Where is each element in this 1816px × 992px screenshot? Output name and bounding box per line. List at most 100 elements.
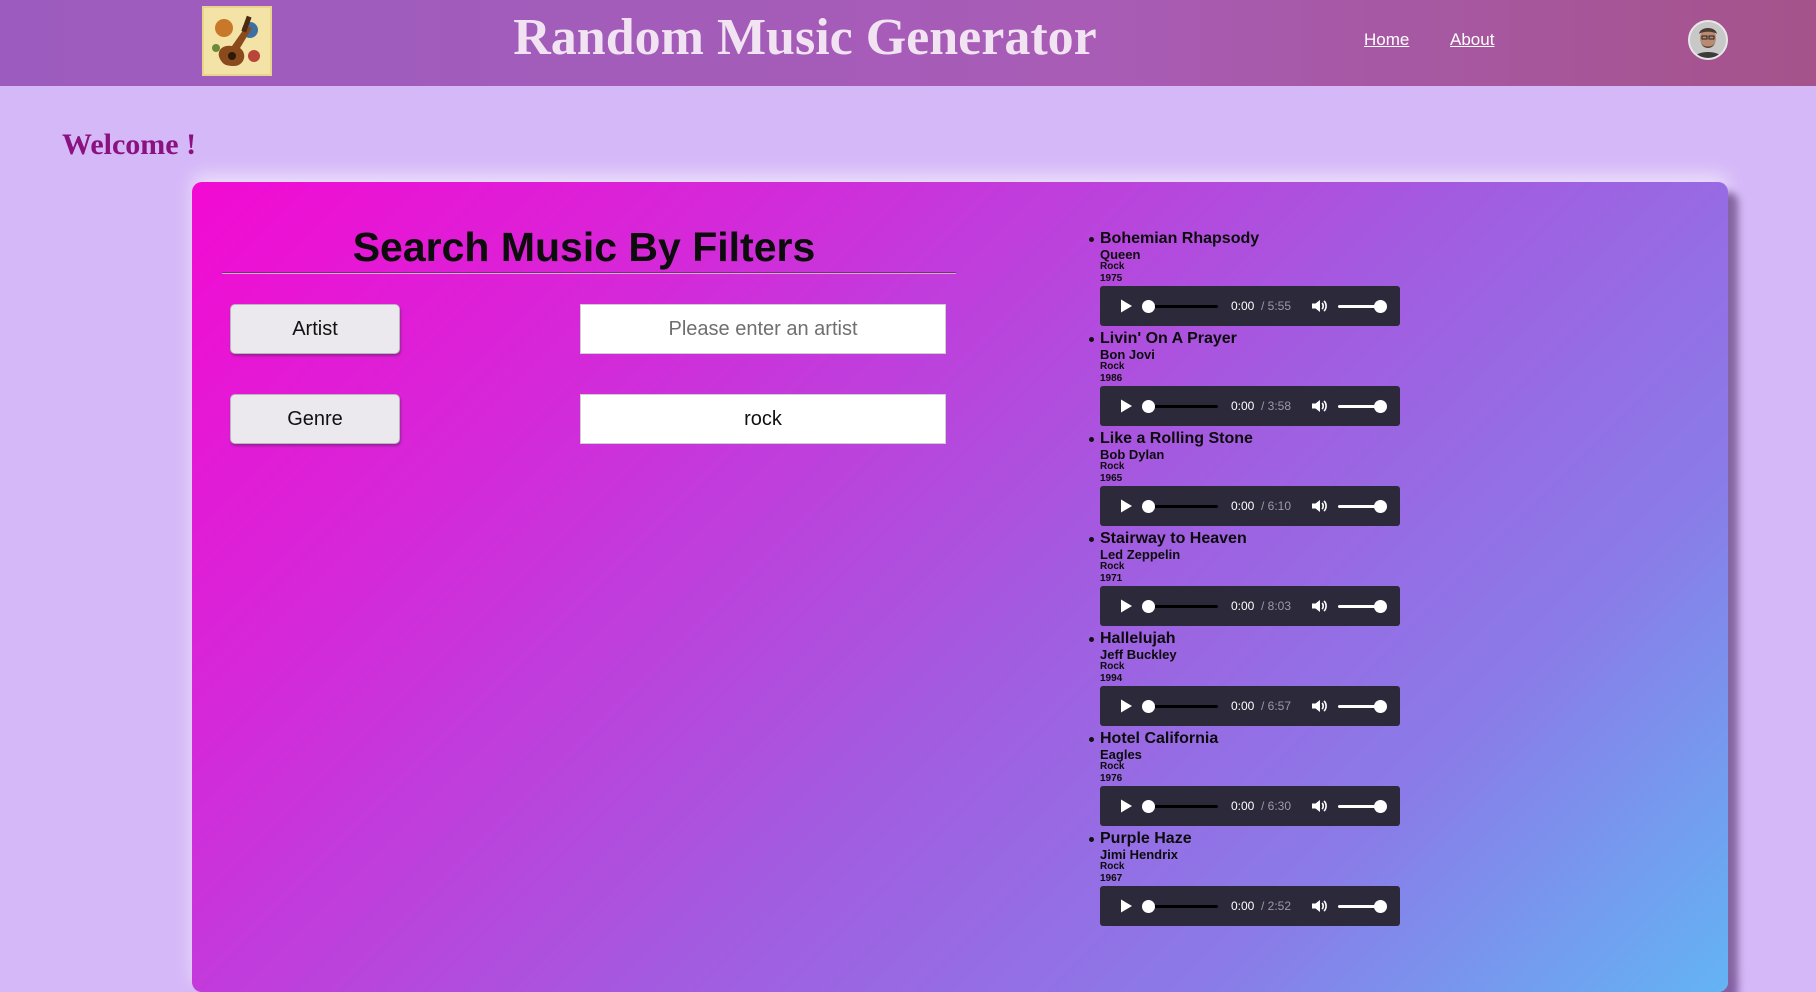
track-item: Bohemian Rhapsody Queen Rock 1975 0:00 /… bbox=[1089, 230, 1440, 330]
progress-slider[interactable] bbox=[1142, 500, 1218, 513]
track-genre: Rock bbox=[1100, 861, 1125, 872]
current-time: 0:00 bbox=[1231, 499, 1255, 513]
track-item: Hallelujah Jeff Buckley Rock 1994 0:00 /… bbox=[1089, 630, 1440, 730]
volume-knob[interactable] bbox=[1374, 300, 1387, 313]
volume-icon[interactable] bbox=[1310, 397, 1328, 415]
total-duration: / 6:10 bbox=[1261, 499, 1292, 513]
volume-icon[interactable] bbox=[1310, 797, 1328, 815]
progress-knob[interactable] bbox=[1142, 300, 1155, 313]
play-icon[interactable] bbox=[1118, 798, 1134, 814]
current-time: 0:00 bbox=[1231, 599, 1255, 613]
track-year: 1965 bbox=[1100, 473, 1123, 484]
volume-icon[interactable] bbox=[1310, 697, 1328, 715]
track-genre: Rock bbox=[1100, 461, 1125, 472]
play-icon[interactable] bbox=[1118, 498, 1134, 514]
volume-knob[interactable] bbox=[1374, 600, 1387, 613]
current-time: 0:00 bbox=[1231, 799, 1255, 813]
volume-knob[interactable] bbox=[1374, 400, 1387, 413]
volume-icon[interactable] bbox=[1310, 497, 1328, 515]
track-genre: Rock bbox=[1100, 661, 1125, 672]
volume-knob[interactable] bbox=[1374, 800, 1387, 813]
total-duration: / 6:30 bbox=[1261, 799, 1292, 813]
track-list: Bohemian Rhapsody Queen Rock 1975 0:00 /… bbox=[1089, 230, 1440, 930]
current-time: 0:00 bbox=[1231, 699, 1255, 713]
nav-home-link[interactable]: Home bbox=[1364, 30, 1409, 50]
audio-player: 0:00 / 6:57 bbox=[1100, 686, 1400, 726]
audio-player: 0:00 / 6:30 bbox=[1100, 786, 1400, 826]
volume-slider[interactable] bbox=[1338, 400, 1387, 413]
volume-icon[interactable] bbox=[1310, 897, 1328, 915]
play-icon[interactable] bbox=[1118, 698, 1134, 714]
title-divider bbox=[222, 272, 956, 274]
volume-slider[interactable] bbox=[1338, 500, 1387, 513]
track-artist: Bon Jovi bbox=[1100, 347, 1155, 362]
progress-knob[interactable] bbox=[1142, 900, 1155, 913]
volume-icon[interactable] bbox=[1310, 597, 1328, 615]
audio-player: 0:00 / 2:52 bbox=[1100, 886, 1400, 926]
top-header: Random Music Generator Home About bbox=[0, 0, 1816, 86]
volume-knob[interactable] bbox=[1374, 900, 1387, 913]
play-icon[interactable] bbox=[1118, 898, 1134, 914]
volume-slider[interactable] bbox=[1338, 800, 1387, 813]
progress-knob[interactable] bbox=[1142, 800, 1155, 813]
play-icon[interactable] bbox=[1118, 298, 1134, 314]
progress-slider[interactable] bbox=[1142, 300, 1218, 313]
audio-player: 0:00 / 3:58 bbox=[1100, 386, 1400, 426]
volume-knob[interactable] bbox=[1374, 500, 1387, 513]
volume-icon[interactable] bbox=[1310, 297, 1328, 315]
track-artist: Queen bbox=[1100, 247, 1141, 262]
total-duration: / 8:03 bbox=[1261, 599, 1292, 613]
track-item: Hotel California Eagles Rock 1976 0:00 /… bbox=[1089, 730, 1440, 830]
progress-knob[interactable] bbox=[1142, 700, 1155, 713]
track-year: 1975 bbox=[1100, 273, 1123, 284]
genre-input[interactable] bbox=[580, 394, 946, 444]
progress-slider[interactable] bbox=[1142, 600, 1218, 613]
track-artist: Led Zeppelin bbox=[1100, 547, 1181, 562]
user-avatar[interactable] bbox=[1688, 20, 1728, 60]
progress-slider[interactable] bbox=[1142, 700, 1218, 713]
list-bullet bbox=[1089, 337, 1094, 342]
track-title: Bohemian Rhapsody bbox=[1100, 230, 1260, 247]
progress-knob[interactable] bbox=[1142, 600, 1155, 613]
track-title: Purple Haze bbox=[1100, 830, 1192, 847]
track-title: Like a Rolling Stone bbox=[1100, 430, 1253, 447]
site-logo[interactable] bbox=[202, 6, 272, 76]
track-artist: Jeff Buckley bbox=[1100, 647, 1177, 662]
total-duration: / 2:52 bbox=[1261, 899, 1292, 913]
track-title: Livin' On A Prayer bbox=[1100, 330, 1237, 347]
search-title: Search Music By Filters bbox=[352, 224, 816, 270]
track-year: 1976 bbox=[1100, 773, 1123, 784]
track-genre: Rock bbox=[1100, 561, 1125, 572]
volume-slider[interactable] bbox=[1338, 300, 1387, 313]
play-icon[interactable] bbox=[1118, 598, 1134, 614]
volume-slider[interactable] bbox=[1338, 600, 1387, 613]
track-title: Hallelujah bbox=[1100, 630, 1176, 647]
audio-player: 0:00 / 8:03 bbox=[1100, 586, 1400, 626]
artist-filter-button[interactable]: Artist bbox=[230, 304, 400, 354]
track-genre: Rock bbox=[1100, 361, 1125, 372]
nav-about-link[interactable]: About bbox=[1450, 30, 1494, 50]
list-bullet bbox=[1089, 237, 1094, 242]
current-time: 0:00 bbox=[1231, 899, 1255, 913]
track-year: 1994 bbox=[1100, 673, 1123, 684]
search-panel: Search Music By Filters Artist Genre Boh… bbox=[192, 182, 1728, 992]
track-item: Livin' On A Prayer Bon Jovi Rock 1986 0:… bbox=[1089, 330, 1440, 430]
audio-player: 0:00 / 6:10 bbox=[1100, 486, 1400, 526]
volume-slider[interactable] bbox=[1338, 700, 1387, 713]
track-item: Stairway to Heaven Led Zeppelin Rock 197… bbox=[1089, 530, 1440, 630]
progress-slider[interactable] bbox=[1142, 400, 1218, 413]
track-artist: Eagles bbox=[1100, 747, 1142, 762]
track-title: Hotel California bbox=[1100, 730, 1219, 747]
current-time: 0:00 bbox=[1231, 299, 1255, 313]
progress-knob[interactable] bbox=[1142, 500, 1155, 513]
progress-knob[interactable] bbox=[1142, 400, 1155, 413]
list-bullet bbox=[1089, 437, 1094, 442]
artist-input[interactable] bbox=[580, 304, 946, 354]
genre-filter-button[interactable]: Genre bbox=[230, 394, 400, 444]
volume-slider[interactable] bbox=[1338, 900, 1387, 913]
progress-slider[interactable] bbox=[1142, 900, 1218, 913]
welcome-heading: Welcome ! bbox=[62, 128, 197, 161]
play-icon[interactable] bbox=[1118, 398, 1134, 414]
progress-slider[interactable] bbox=[1142, 800, 1218, 813]
volume-knob[interactable] bbox=[1374, 700, 1387, 713]
